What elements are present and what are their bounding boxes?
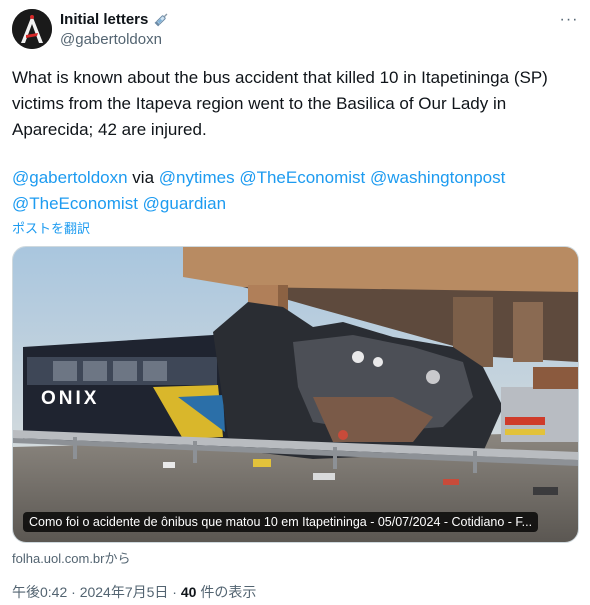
via-text: via [127,168,159,187]
mention-link[interactable]: @TheEconomist [12,194,138,213]
views-count: 40 [180,584,197,600]
post-date[interactable]: 2024年7月5日 [80,584,169,600]
card-caption: Como foi o acidente de ônibus que matou … [23,512,539,532]
mention-link[interactable]: @TheEconomist [239,168,365,187]
post-time[interactable]: 午後0:42 [12,584,67,600]
accident-photo: ONIX [13,247,578,542]
card-source[interactable]: folha.uol.com.brから [12,548,131,567]
meta-separator: · [67,584,80,600]
mention-link[interactable]: @washingtonpost [370,168,505,187]
meta-separator: · [168,584,181,600]
translate-post-link[interactable]: ポストを翻訳 [12,218,90,237]
tweet-text: What is known about the bus accident tha… [12,68,548,139]
display-name[interactable]: Initial letters [60,11,148,28]
post-meta: 午後0:42 · 2024年7月5日 · 40 件の表示 [12,582,256,602]
link-card[interactable]: ONIX Como foi o acidente de ônibus que m… [12,246,579,543]
author-name[interactable]: Initial letters [60,10,171,28]
mention-link[interactable]: @guardian [143,194,226,213]
avatar-image [12,9,52,49]
tweet-mentions: @gabertoldoxn via @nytimes @TheEconomist… [12,165,572,217]
syringe-icon [153,10,171,28]
bus-brand-text: ONIX [41,388,99,409]
views-label: 件の表示 [196,584,257,600]
avatar[interactable] [12,9,52,49]
more-options-icon[interactable]: ··· [556,10,582,30]
mention-link[interactable]: @gabertoldoxn [12,168,128,187]
mention-link[interactable]: @nytimes [159,168,235,187]
author-handle[interactable]: @gabertoldoxn [60,31,162,48]
